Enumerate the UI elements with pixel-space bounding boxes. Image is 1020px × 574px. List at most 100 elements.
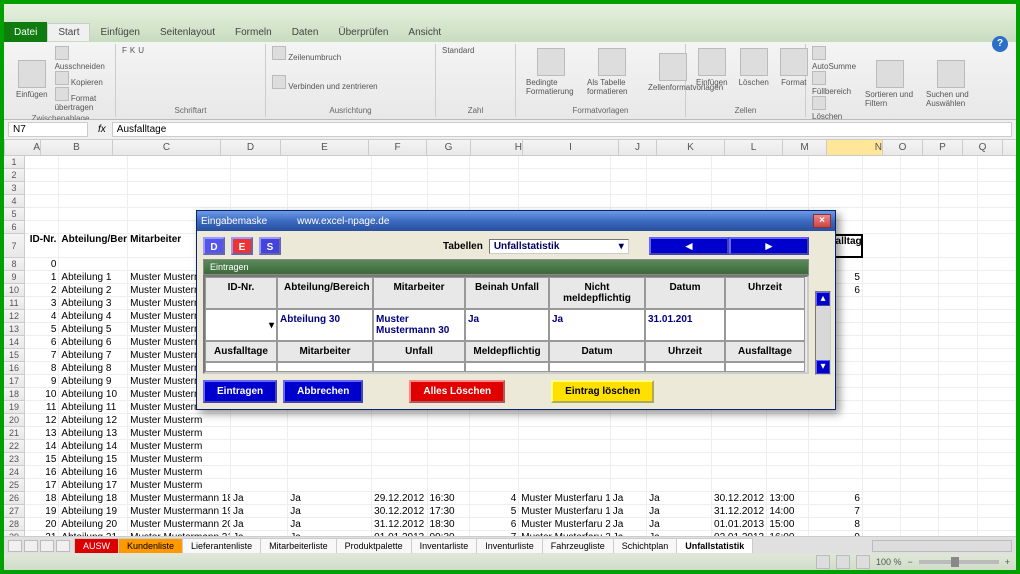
cell[interactable] xyxy=(809,195,862,208)
cell[interactable] xyxy=(978,169,1016,182)
view-layout-icon[interactable] xyxy=(836,555,850,569)
cell[interactable] xyxy=(372,427,427,440)
cell[interactable] xyxy=(939,427,977,440)
cell[interactable]: 0 xyxy=(25,258,59,271)
cell[interactable]: Muster Musterfaru 18 xyxy=(519,492,611,505)
close-icon[interactable]: × xyxy=(813,214,831,228)
cell[interactable]: 4 xyxy=(470,492,520,505)
header-cell[interactable] xyxy=(901,234,939,258)
sheet-nav-last[interactable] xyxy=(56,540,70,552)
cell[interactable] xyxy=(939,414,977,427)
cell[interactable]: Ja xyxy=(288,505,372,518)
cell[interactable]: Abteilung 18 xyxy=(59,492,128,505)
cell[interactable]: Muster Mustermann 19 xyxy=(128,505,231,518)
cell[interactable] xyxy=(978,221,1016,234)
cell[interactable]: Ja xyxy=(611,505,647,518)
cell[interactable] xyxy=(939,375,977,388)
cell[interactable] xyxy=(519,427,611,440)
alles-loeschen-button[interactable]: Alles Löschen xyxy=(409,380,505,403)
cell[interactable]: Muster Musterfaru 21 xyxy=(519,531,611,536)
cell[interactable] xyxy=(901,284,939,297)
cell[interactable]: Abteilung 4 xyxy=(59,310,128,323)
cell[interactable] xyxy=(25,182,59,195)
row-header[interactable]: 19 xyxy=(4,401,25,414)
row-header[interactable]: 12 xyxy=(4,310,25,323)
cell[interactable] xyxy=(611,156,647,169)
cell[interactable]: 31.12.2012 xyxy=(712,505,767,518)
cell[interactable] xyxy=(939,479,977,492)
row-header[interactable]: 4 xyxy=(4,195,25,208)
column-header-L[interactable]: L xyxy=(725,140,783,156)
cell[interactable] xyxy=(470,466,520,479)
cell[interactable]: 21 xyxy=(25,531,59,536)
cell[interactable] xyxy=(128,156,231,169)
cell[interactable] xyxy=(939,156,977,169)
row-header[interactable]: 7 xyxy=(4,234,25,258)
cell[interactable] xyxy=(288,466,372,479)
cell[interactable]: Muster Mustermann 21 xyxy=(128,531,231,536)
cell[interactable]: 14:00 xyxy=(767,505,809,518)
autosum-button[interactable]: AutoSumme xyxy=(812,46,858,71)
cell[interactable]: Abteilung 13 xyxy=(59,427,128,440)
column-header-D[interactable]: D xyxy=(221,140,281,156)
cell[interactable] xyxy=(288,479,372,492)
row-header[interactable]: 22 xyxy=(4,440,25,453)
cell[interactable] xyxy=(978,310,1016,323)
cell[interactable] xyxy=(647,182,712,195)
cell[interactable] xyxy=(428,156,470,169)
dialog-titlebar[interactable]: Eingabemaske www.excel-npage.de × xyxy=(197,211,835,231)
cell[interactable]: Abteilung 15 xyxy=(59,453,128,466)
cell[interactable] xyxy=(939,362,977,375)
cell[interactable] xyxy=(901,271,939,284)
cell[interactable]: 3 xyxy=(25,297,59,310)
cell[interactable] xyxy=(25,221,59,234)
cell[interactable]: 8 xyxy=(809,518,862,531)
cell[interactable] xyxy=(59,195,128,208)
cell[interactable]: Abteilung 20 xyxy=(59,518,128,531)
cell[interactable] xyxy=(939,440,977,453)
cell[interactable] xyxy=(288,182,372,195)
cell[interactable]: Ja xyxy=(611,531,647,536)
cell[interactable] xyxy=(231,182,288,195)
cell[interactable]: 20 xyxy=(25,518,59,531)
cell[interactable] xyxy=(611,466,647,479)
input-ausfalltage2[interactable] xyxy=(725,362,805,372)
cell[interactable] xyxy=(978,375,1016,388)
cell[interactable] xyxy=(519,466,611,479)
cell[interactable] xyxy=(59,169,128,182)
cell[interactable]: Abteilung 10 xyxy=(59,388,128,401)
column-header-R[interactable]: R xyxy=(1003,140,1016,156)
cell[interactable] xyxy=(428,466,470,479)
input-datum2[interactable] xyxy=(549,362,645,372)
clear-button[interactable]: Löschen xyxy=(812,96,858,121)
cell[interactable] xyxy=(863,182,901,195)
cell[interactable] xyxy=(863,156,901,169)
column-header-N[interactable]: N xyxy=(827,140,883,156)
cell[interactable] xyxy=(809,440,862,453)
cell[interactable] xyxy=(809,414,862,427)
cell[interactable] xyxy=(939,453,977,466)
cell[interactable] xyxy=(863,492,901,505)
cell[interactable]: Abteilung 3 xyxy=(59,297,128,310)
cell[interactable]: Ja xyxy=(231,505,288,518)
cell[interactable] xyxy=(767,440,809,453)
cell[interactable]: Abteilung 7 xyxy=(59,349,128,362)
cell[interactable]: Muster Musterm xyxy=(128,440,231,453)
cell[interactable] xyxy=(288,169,372,182)
cell[interactable]: Abteilung 17 xyxy=(59,479,128,492)
cell[interactable] xyxy=(372,195,427,208)
help-icon[interactable]: ? xyxy=(992,36,1008,52)
zoom-thumb[interactable] xyxy=(951,557,959,567)
scroll-down-button[interactable]: ▾ xyxy=(816,360,830,374)
format-painter-button[interactable]: Format übertragen xyxy=(55,87,109,112)
as-table-button[interactable]: Als Tabelle formatieren xyxy=(583,46,641,98)
row-header[interactable]: 9 xyxy=(4,271,25,284)
cell[interactable]: 18:30 xyxy=(428,518,470,531)
tab-daten[interactable]: Daten xyxy=(282,24,329,41)
row-header[interactable]: 13 xyxy=(4,323,25,336)
cell[interactable] xyxy=(231,453,288,466)
cell[interactable] xyxy=(647,440,712,453)
cell[interactable] xyxy=(519,169,611,182)
cell[interactable] xyxy=(712,195,767,208)
cell[interactable] xyxy=(611,414,647,427)
